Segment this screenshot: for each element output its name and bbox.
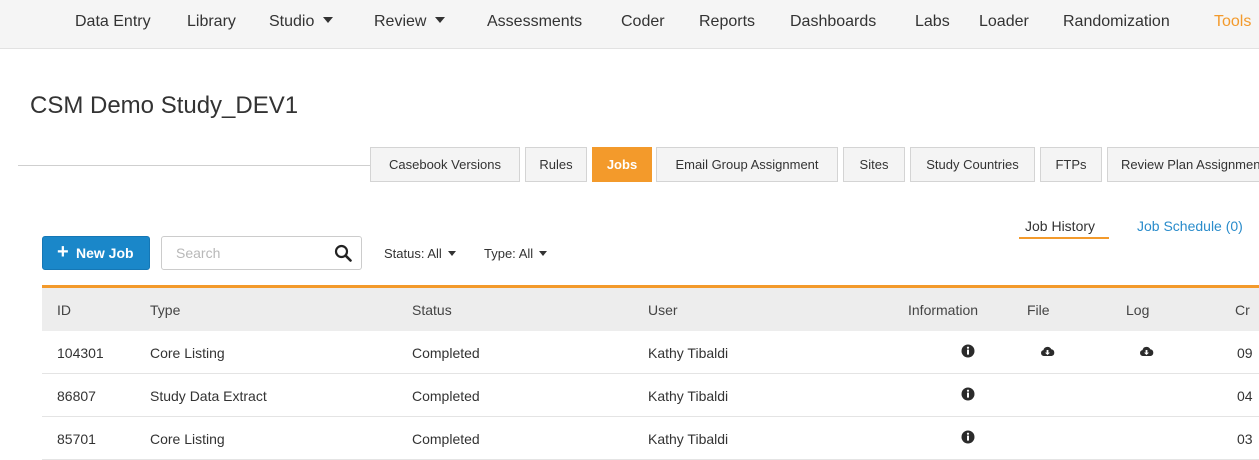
status-filter-dropdown[interactable]: Status: All — [384, 246, 456, 261]
caret-down-icon — [323, 17, 334, 23]
cloud-download-icon[interactable] — [1139, 345, 1154, 357]
page-title: CSM Demo Study_DEV1 — [30, 92, 299, 119]
nav-reports[interactable]: Reports — [699, 13, 755, 31]
info-icon[interactable] — [961, 344, 975, 358]
job-history-link[interactable]: Job History — [1025, 218, 1095, 234]
info-icon[interactable] — [961, 430, 975, 444]
column-header-log[interactable]: Log — [1126, 302, 1149, 318]
caret-down-icon — [435, 17, 446, 23]
job-history-underline — [1019, 237, 1109, 239]
nav-tools[interactable]: Tools — [1214, 13, 1251, 31]
tab-jobs[interactable]: Jobs — [592, 147, 652, 182]
cell-status: Completed — [412, 388, 480, 404]
cell-created: 09 — [1237, 345, 1253, 361]
nav-review[interactable]: Review — [374, 13, 446, 31]
table-row[interactable]: 86807 Study Data Extract Completed Kathy… — [42, 374, 1259, 417]
cloud-download-icon[interactable] — [1040, 345, 1055, 357]
cell-type: Study Data Extract — [150, 388, 267, 404]
status-filter-label: Status: All — [384, 246, 442, 261]
tab-review-plan-assignment[interactable]: Review Plan Assignment — [1107, 147, 1259, 182]
plus-icon: + — [57, 241, 69, 263]
tab-divider — [18, 165, 370, 166]
new-job-button[interactable]: + New Job — [42, 236, 150, 270]
caret-down-icon — [447, 251, 456, 256]
tab-rules[interactable]: Rules — [525, 147, 587, 182]
cell-user: Kathy Tibaldi — [648, 431, 729, 447]
cell-type: Core Listing — [150, 345, 225, 361]
top-navigation: Data Entry Library Studio Review Assessm… — [0, 0, 1259, 49]
search-box — [161, 236, 362, 270]
type-filter-dropdown[interactable]: Type: All — [484, 246, 548, 261]
cell-status: Completed — [412, 431, 480, 447]
tab-study-countries[interactable]: Study Countries — [910, 147, 1035, 182]
table-row[interactable]: 104301 Core Listing Completed Kathy Tiba… — [42, 331, 1259, 374]
type-filter-label: Type: All — [484, 246, 534, 261]
nav-assessments[interactable]: Assessments — [487, 13, 582, 31]
column-header-file[interactable]: File — [1027, 302, 1050, 318]
nav-randomization[interactable]: Randomization — [1063, 13, 1170, 31]
nav-labs[interactable]: Labs — [915, 13, 950, 31]
tab-casebook-versions[interactable]: Casebook Versions — [370, 147, 520, 182]
cell-user: Kathy Tibaldi — [648, 388, 729, 404]
tab-email-group-assignment[interactable]: Email Group Assignment — [656, 147, 838, 182]
column-header-id[interactable]: ID — [57, 302, 71, 318]
table-header: ID Type Status User Information File Log… — [42, 288, 1259, 331]
table-row[interactable]: 85701 Core Listing Completed Kathy Tibal… — [42, 417, 1259, 460]
tab-ftps[interactable]: FTPs — [1040, 147, 1102, 182]
column-header-user[interactable]: User — [648, 302, 678, 318]
nav-dashboards[interactable]: Dashboards — [790, 13, 876, 31]
cell-status: Completed — [412, 345, 480, 361]
cell-id: 85701 — [57, 431, 96, 447]
cell-created: 03 — [1237, 431, 1253, 447]
nav-data-entry[interactable]: Data Entry — [75, 13, 151, 31]
nav-coder[interactable]: Coder — [621, 13, 665, 31]
new-job-label: New Job — [76, 245, 134, 261]
cell-id: 86807 — [57, 388, 96, 404]
nav-studio[interactable]: Studio — [269, 13, 334, 31]
search-input[interactable] — [176, 243, 326, 263]
cell-user: Kathy Tibaldi — [648, 345, 729, 361]
nav-loader[interactable]: Loader — [979, 13, 1029, 31]
cell-created: 04 — [1237, 388, 1253, 404]
caret-down-icon — [539, 251, 548, 256]
column-header-information[interactable]: Information — [908, 302, 978, 318]
job-schedule-link[interactable]: Job Schedule (0) — [1137, 218, 1243, 234]
search-icon[interactable] — [334, 244, 352, 262]
column-header-created[interactable]: Cr — [1235, 302, 1250, 318]
nav-studio-label: Studio — [269, 13, 315, 30]
info-icon[interactable] — [961, 387, 975, 401]
nav-review-label: Review — [374, 13, 427, 30]
tab-sites[interactable]: Sites — [843, 147, 905, 182]
cell-type: Core Listing — [150, 431, 225, 447]
column-header-type[interactable]: Type — [150, 302, 180, 318]
column-header-status[interactable]: Status — [412, 302, 452, 318]
nav-library[interactable]: Library — [187, 13, 236, 31]
cell-id: 104301 — [57, 345, 104, 361]
